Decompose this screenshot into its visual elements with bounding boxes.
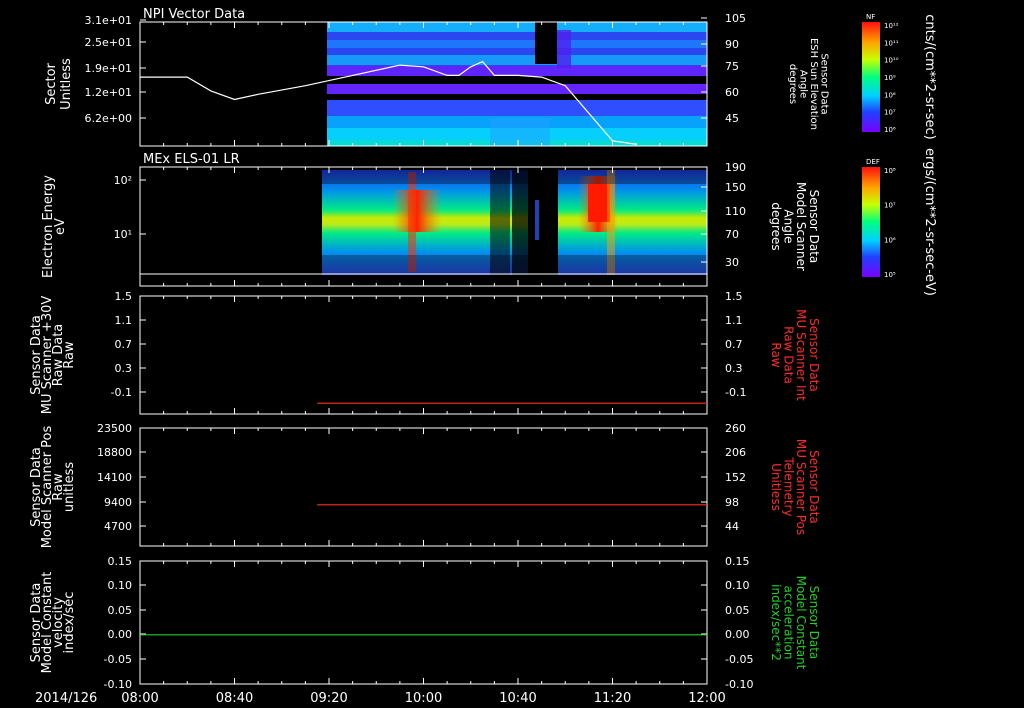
y-tick-label-right: 75 — [725, 60, 739, 73]
y-tick-label-right: 110 — [725, 205, 746, 218]
panel-frame-velocity — [139, 560, 708, 685]
y-tick-label-right: 0.3 — [725, 362, 743, 375]
y-tick-label: 3.1e+01 — [85, 14, 132, 27]
y-tick-label: 0.3 — [115, 362, 133, 375]
y-tick-label-right: 0.15 — [725, 555, 750, 568]
left-axis-label: Sector — [44, 62, 59, 104]
y-tick-label-right: -0.10 — [725, 678, 753, 691]
y-tick-label: 0.15 — [108, 555, 133, 568]
cbar-tick: 10⁹ — [884, 74, 896, 82]
y-tick-label: 0.05 — [108, 604, 133, 617]
right-axis-label: index/sec**2 — [769, 584, 783, 661]
right-axis-label: Unitless — [769, 463, 783, 511]
cbar-tick: 10⁸ — [884, 167, 896, 175]
y-tick-label-right: 60 — [725, 86, 739, 99]
cbar-title: NF — [866, 13, 875, 21]
left-axis-label: eV — [53, 218, 68, 235]
right-axis-label: Raw — [769, 342, 783, 367]
y-tick-label: 18800 — [97, 446, 132, 459]
y-tick-label: 23500 — [97, 422, 132, 435]
y-tick-label-right: 45 — [725, 112, 739, 125]
y-tick-label: 1.9e+01 — [85, 62, 132, 75]
y-tick-label-right: -0.05 — [725, 653, 753, 666]
y-tick-label-right: 1.5 — [725, 290, 743, 303]
y-tick-label: 14100 — [97, 471, 132, 484]
y-tick-label: 1.5 — [115, 290, 133, 303]
cbar-tick: 10¹⁰ — [884, 57, 899, 65]
y-tick-label: -0.05 — [104, 653, 132, 666]
y-tick-label-right: 90 — [725, 38, 739, 51]
y-tick-label-right: 98 — [725, 496, 739, 509]
y-tick-label-right: 44 — [725, 520, 739, 533]
y-tick-label: 10² — [114, 174, 132, 187]
els-spectrogram — [322, 170, 707, 275]
y-tick-label-right: 190 — [725, 161, 746, 174]
panel-frame-mu_int — [139, 295, 708, 415]
y-tick-label: 4700 — [104, 520, 132, 533]
y-tick-label-right: -0.1 — [725, 386, 746, 399]
y-tick-label: 1.1 — [115, 314, 133, 327]
date-label: 2014/126 — [35, 691, 97, 706]
chart-canvas: NPI Vector Data 3.1e+01 2.5e+01 1.9e+01 1.2e… — [29, 7, 937, 706]
cbar-tick: 10⁶ — [884, 126, 896, 134]
right-axis-label: degrees — [787, 64, 798, 104]
y-tick-label: 0.10 — [108, 579, 133, 592]
cbar-tick: 10⁶ — [884, 236, 896, 244]
y-tick-label: -0.10 — [104, 678, 132, 691]
left-axis-label: index/sec — [62, 592, 77, 654]
y-tick-label: 1.2e+01 — [85, 86, 132, 99]
cbar-tick: 10⁵ — [884, 271, 896, 279]
right-axis-label: degrees — [769, 202, 783, 250]
y-tick-label: 0.00 — [108, 628, 133, 641]
cbar-unit: ergs/(cm**2-sr-sec-eV) — [922, 148, 937, 296]
left-axis-label: Raw — [62, 341, 77, 369]
y-tick-label: 9400 — [104, 496, 132, 509]
x-tick-label: 11:20 — [594, 691, 631, 706]
y-tick-label-right: 152 — [725, 471, 746, 484]
right-axis-label: Sensor Data — [819, 53, 830, 114]
cbar-tick: 10⁷ — [884, 202, 896, 210]
x-tick-label: 08:40 — [216, 691, 253, 706]
y-tick-label-right: 1.1 — [725, 314, 743, 327]
x-tick-label: 09:20 — [310, 691, 347, 706]
y-tick-label-right: 30 — [725, 256, 739, 269]
y-tick-label-right: 0.7 — [725, 338, 743, 351]
sector-spectrogram — [327, 22, 707, 146]
cbar-tick: 10⁷ — [884, 109, 896, 117]
y-tick-label-right: 105 — [725, 12, 746, 25]
x-tick-label: 10:40 — [499, 691, 536, 706]
right-axis-label: Angle — [798, 70, 809, 98]
y-tick-label-right: 260 — [725, 422, 746, 435]
cbar-tick: 10¹² — [884, 22, 899, 30]
y-tick-label: 0.7 — [115, 338, 133, 351]
y-tick-label: -0.1 — [111, 386, 132, 399]
cbar-def — [862, 167, 880, 277]
panel-frame-mu_pos — [139, 427, 708, 547]
y-tick-label-right: 150 — [725, 181, 746, 194]
y-tick-label-right: 0.10 — [725, 579, 750, 592]
y-tick-label-right: 0.00 — [725, 628, 750, 641]
cbar-nf — [862, 22, 880, 132]
y-tick-label: 6.2e+00 — [85, 112, 132, 125]
x-tick-label: 08:00 — [121, 691, 158, 706]
y-tick-label: 2.5e+01 — [85, 36, 132, 49]
cbar-tick: 10⁸ — [884, 91, 896, 99]
left-axis-label: Unitless — [59, 58, 74, 110]
y-tick-label-right: 206 — [725, 446, 746, 459]
cbar-title: DEF — [866, 158, 880, 166]
panel-title-els: MEx ELS-01 LR — [143, 152, 240, 167]
right-axis-label: ESH Sun Elevation — [808, 38, 819, 130]
x-tick-label: 12:00 — [688, 691, 725, 706]
y-tick-label: 10¹ — [114, 228, 132, 241]
cbar-tick: 10¹¹ — [884, 39, 899, 47]
panel-title-sector: NPI Vector Data — [143, 7, 245, 22]
left-axis-label: unitless — [62, 462, 77, 513]
x-tick-label: 10:00 — [405, 691, 442, 706]
cbar-unit: cnts/(cm**2-sr-sec) — [922, 14, 937, 139]
y-tick-label-right: 70 — [725, 228, 739, 241]
y-tick-label-right: 0.05 — [725, 604, 750, 617]
